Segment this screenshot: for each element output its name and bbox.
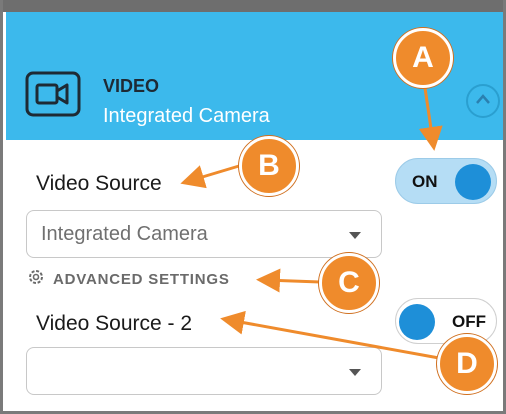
callout-a: A [393,28,453,88]
callout-c-arrow [256,268,321,293]
callout-b-arrow [180,164,240,189]
callout-a-arrow [418,87,443,151]
callout-b: B [239,136,299,196]
callout-c: C [319,253,379,313]
video-settings-panel: VIDEO Integrated Camera Video Source ON … [0,0,506,414]
callout-d: D [437,334,497,394]
callout-d-arrow [220,310,440,360]
